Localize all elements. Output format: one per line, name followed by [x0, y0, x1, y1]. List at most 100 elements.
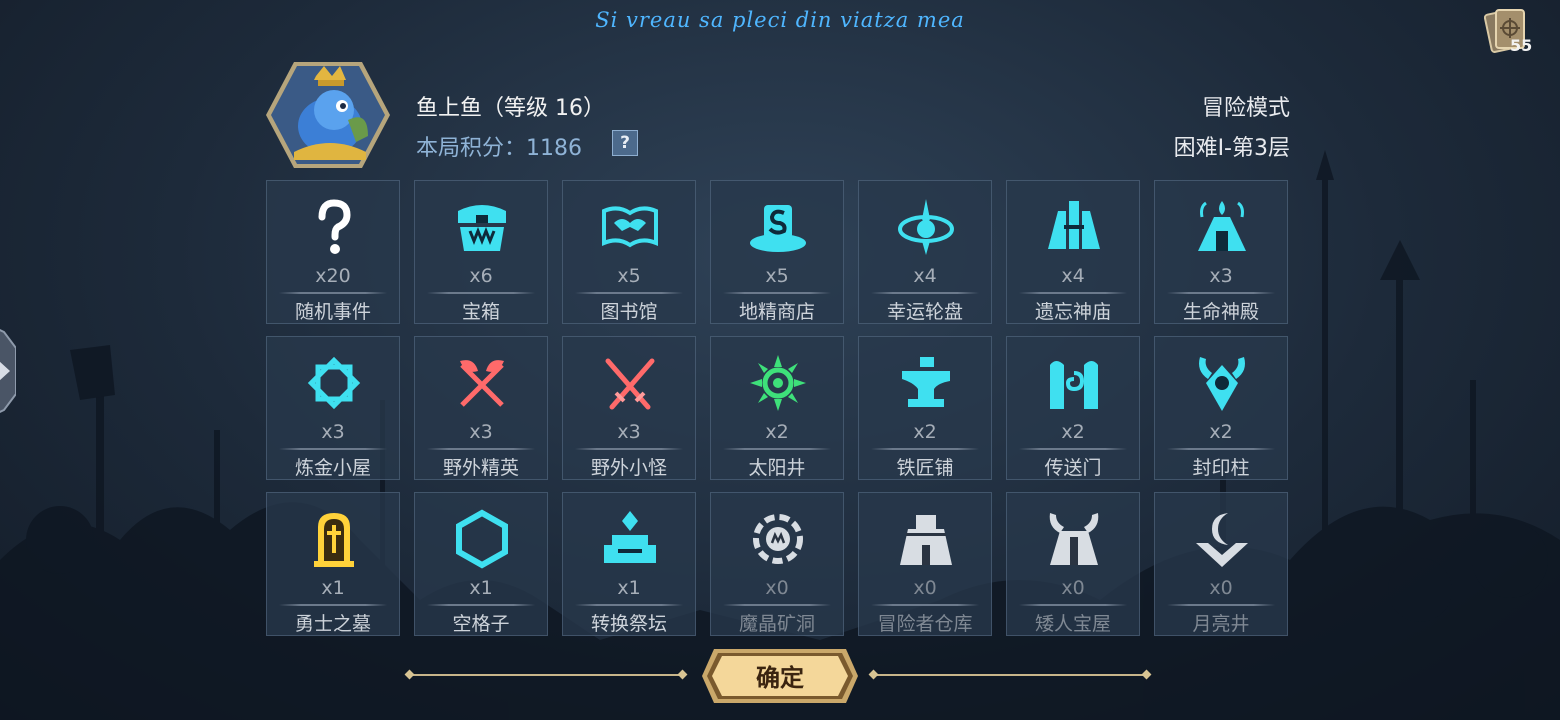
node-name: 太阳井	[748, 457, 806, 479]
node-count: x6	[469, 265, 493, 287]
node-tile-random-event[interactable]: x20 随机事件	[266, 180, 400, 324]
tile-divider	[575, 604, 683, 606]
side-expand-tab[interactable]	[0, 318, 16, 424]
node-name: 宝箱	[461, 301, 500, 323]
player-avatar[interactable]	[264, 60, 392, 170]
open-book-icon	[602, 206, 658, 248]
moon-well-icon	[1196, 513, 1248, 567]
tile-divider	[427, 292, 535, 294]
node-tile-library[interactable]: x5 图书馆	[562, 180, 696, 324]
node-tile-moon-well[interactable]: x0 月亮井	[1154, 492, 1288, 636]
node-count: x1	[321, 577, 345, 599]
footer-divider-left	[410, 674, 682, 676]
node-name: 地精商店	[738, 301, 815, 323]
game-mode: 冒险模式	[1201, 96, 1290, 121]
tombstone-icon	[314, 513, 354, 567]
life-temple-icon	[1198, 201, 1246, 251]
node-name: 生命神殿	[1182, 301, 1259, 323]
node-name: 封印柱	[1192, 457, 1250, 479]
node-tile-field-elite[interactable]: x3 野外精英	[414, 336, 548, 480]
lucky-wheel-icon	[898, 199, 954, 255]
tile-divider	[871, 448, 979, 450]
tile-divider	[279, 292, 387, 294]
crossed-axes-icon	[460, 360, 504, 407]
tile-divider	[575, 448, 683, 450]
node-tile-goblin-shop[interactable]: x5 地精商店	[710, 180, 844, 324]
node-name: 空格子	[452, 613, 510, 635]
score-help-button[interactable]: ?	[612, 130, 638, 156]
sun-well-icon	[750, 355, 806, 411]
node-count: x4	[1061, 265, 1085, 287]
node-tile-dwarf-treasury[interactable]: x0 矮人宝屋	[1006, 492, 1140, 636]
node-count: x1	[617, 577, 641, 599]
node-tile-seal-pillar[interactable]: x2 封印柱	[1154, 336, 1288, 480]
node-tile-life-temple[interactable]: x3 生命神殿	[1154, 180, 1288, 324]
node-count: x5	[617, 265, 641, 287]
node-tile-crystal-mine[interactable]: x0 魔晶矿洞	[710, 492, 844, 636]
tile-divider	[1167, 448, 1275, 450]
node-name: 幸运轮盘	[886, 301, 963, 323]
node-tile-adventurer-warehouse[interactable]: x0 冒险者仓库	[858, 492, 992, 636]
node-count: x2	[1209, 421, 1233, 443]
node-tile-alchemy-hut[interactable]: x3 炼金小屋	[266, 336, 400, 480]
portal-icon	[1050, 361, 1098, 409]
node-count: x2	[765, 421, 789, 443]
anvil-icon	[902, 357, 950, 407]
difficulty-level: 困难Ⅰ-第3层	[1173, 136, 1290, 161]
node-count: x4	[913, 265, 937, 287]
tile-divider	[427, 604, 535, 606]
node-count: x3	[469, 421, 493, 443]
score-label: 本局积分：1186	[416, 136, 582, 161]
node-count: x2	[913, 421, 937, 443]
tile-divider	[1167, 604, 1275, 606]
confirm-button[interactable]	[700, 647, 860, 705]
player-name: 鱼上鱼（等级 16）	[416, 96, 605, 121]
node-count: x20	[315, 265, 351, 287]
node-name: 遗忘神庙	[1034, 301, 1111, 323]
node-name: 魔晶矿洞	[738, 613, 815, 635]
tile-divider	[1019, 604, 1127, 606]
node-name: 月亮井	[1192, 613, 1250, 635]
tile-divider	[723, 448, 831, 450]
tile-divider	[575, 292, 683, 294]
node-name: 野外精英	[442, 457, 519, 479]
map-node-grid: x20 随机事件 x6 宝箱 x5 图书馆 x5 地精商店 x4 幸运轮盘 x4…	[266, 180, 1288, 636]
node-tile-treasure-chest[interactable]: x6 宝箱	[414, 180, 548, 324]
node-count: x0	[765, 577, 789, 599]
node-name: 随机事件	[294, 301, 371, 323]
node-name: 传送门	[1044, 457, 1102, 479]
tile-divider	[723, 292, 831, 294]
node-tile-warrior-tomb[interactable]: x1 勇士之墓	[266, 492, 400, 636]
node-tile-forgotten-temple[interactable]: x4 遗忘神庙	[1006, 180, 1140, 324]
node-name: 野外小怪	[590, 457, 667, 479]
node-count: x3	[1209, 265, 1233, 287]
top-banner-message: Si vreau sa pleci din viatza mea	[595, 8, 965, 32]
node-tile-field-minion[interactable]: x3 野外小怪	[562, 336, 696, 480]
node-count: x5	[765, 265, 789, 287]
tile-divider	[1019, 448, 1127, 450]
node-name: 图书馆	[600, 301, 658, 323]
crossed-swords-icon	[605, 358, 655, 410]
treasure-chest-icon	[458, 205, 506, 251]
node-count: x0	[1061, 577, 1085, 599]
node-tile-sun-well[interactable]: x2 太阳井	[710, 336, 844, 480]
node-count: x2	[1061, 421, 1085, 443]
tile-divider	[279, 604, 387, 606]
node-tile-conversion-altar[interactable]: x1 转换祭坛	[562, 492, 696, 636]
node-count: x0	[913, 577, 937, 599]
warehouse-icon	[900, 515, 952, 565]
node-tile-portal[interactable]: x2 传送门	[1006, 336, 1140, 480]
tile-divider	[279, 448, 387, 450]
node-tile-lucky-wheel[interactable]: x4 幸运轮盘	[858, 180, 992, 324]
node-name: 矮人宝屋	[1034, 613, 1111, 635]
tile-divider	[427, 448, 535, 450]
dwarf-treasury-icon	[1049, 513, 1099, 565]
tile-divider	[871, 604, 979, 606]
deck-count: 55	[1510, 36, 1533, 55]
node-name: 炼金小屋	[294, 457, 371, 479]
player-header: 鱼上鱼（等级 16） 本局积分：1186 ? 冒险模式 困难Ⅰ-第3层	[264, 60, 1292, 172]
node-tile-blacksmith[interactable]: x2 铁匠铺	[858, 336, 992, 480]
seal-pillar-icon	[1199, 357, 1245, 411]
tile-divider	[1167, 292, 1275, 294]
node-tile-empty-cell[interactable]: x1 空格子	[414, 492, 548, 636]
